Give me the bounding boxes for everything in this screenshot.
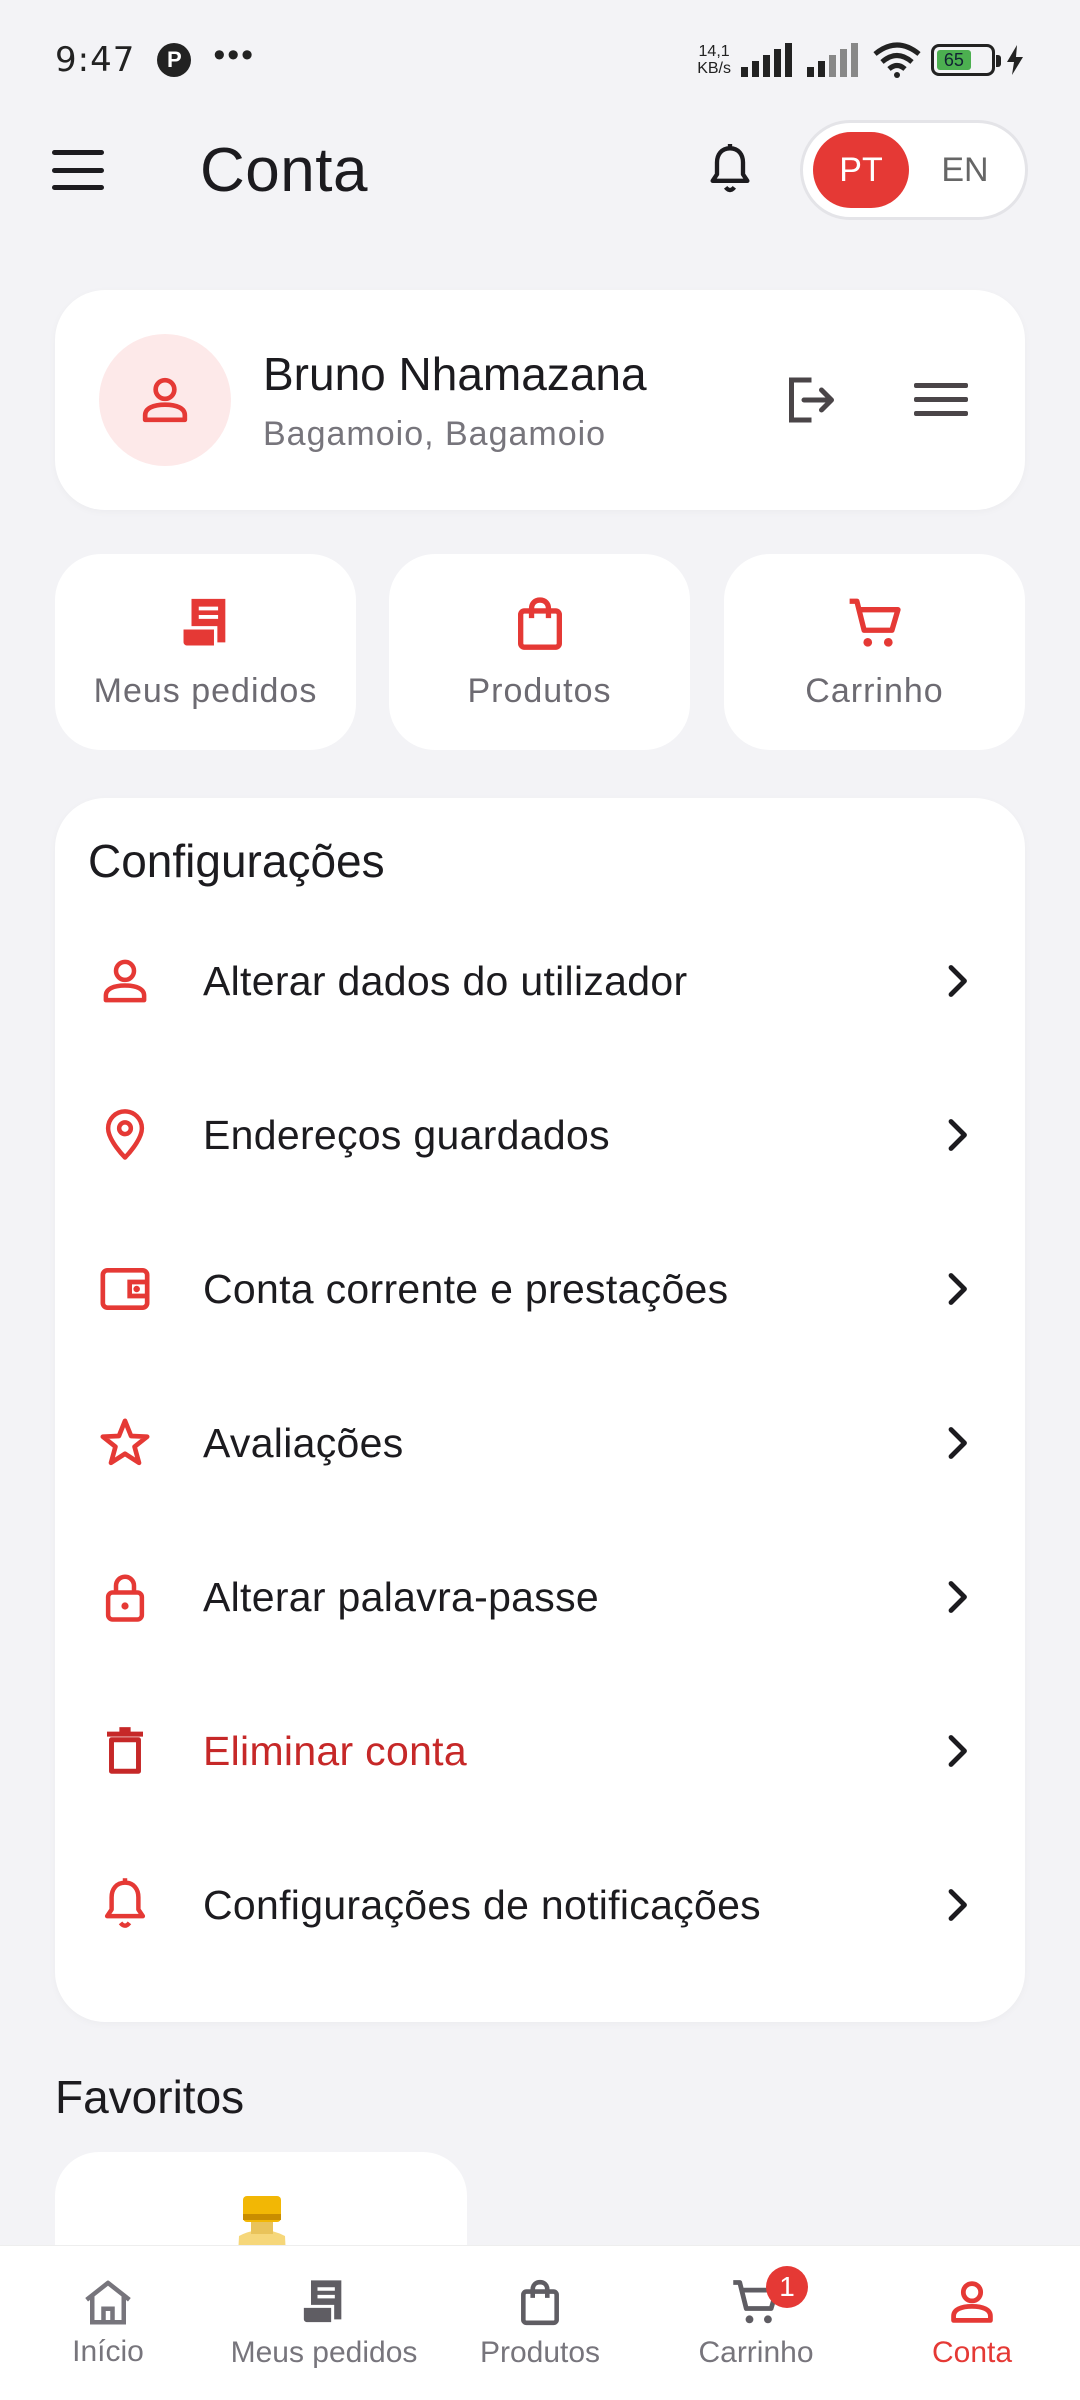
settings-item-notification-settings[interactable]: Configurações de notificações [55, 1828, 1025, 1982]
chevron-right-icon [948, 1581, 967, 1613]
settings-item-label: Endereços guardados [203, 1111, 610, 1158]
signal-icon [807, 43, 858, 77]
battery-icon: 65 [931, 44, 1001, 76]
nav-item-orders[interactable]: Meus pedidos [216, 2246, 432, 2400]
quick-action-orders[interactable]: Meus pedidos [55, 554, 356, 750]
nav-item-home[interactable]: Início [0, 2246, 216, 2400]
nav-item-products[interactable]: Produtos [432, 2246, 648, 2400]
charging-icon [1007, 45, 1023, 75]
quick-action-label: Carrinho [805, 671, 944, 710]
lang-option-en[interactable]: EN [917, 132, 1013, 208]
settings-card: Configurações Alterar dados do utilizado… [55, 798, 1025, 2022]
settings-title: Configurações [88, 835, 385, 887]
status-bar: 9:47 P ••• 14,1 KB/s 65 [0, 0, 1080, 120]
cart-badge: 1 [766, 2266, 808, 2308]
chevron-right-icon [948, 1119, 967, 1151]
bottom-navigation: Início Meus pedidos Produtos 1 Carrinho … [0, 2245, 1080, 2400]
settings-item-delete-account[interactable]: Eliminar conta [55, 1674, 1025, 1828]
page-title: Conta [200, 135, 368, 205]
settings-item-label: Eliminar conta [203, 1727, 467, 1774]
profile-menu-icon[interactable] [901, 360, 981, 440]
lock-icon [105, 1574, 145, 1622]
profile-name: Bruno Nhamazana [263, 347, 647, 400]
network-speed: 14,1 KB/s [697, 43, 731, 77]
quick-action-cart[interactable]: Carrinho [724, 554, 1025, 750]
profile-card: Bruno Nhamazana Bagamoio, Bagamoio [55, 290, 1025, 510]
home-icon [85, 2280, 131, 2325]
logout-icon[interactable] [769, 360, 849, 440]
receipt-icon [300, 2280, 342, 2326]
notifications-bell-icon[interactable] [700, 140, 760, 200]
settings-item-label: Avaliações [203, 1419, 404, 1466]
settings-item-change-password[interactable]: Alterar palavra-passe [55, 1520, 1025, 1674]
chevron-right-icon [948, 1273, 967, 1305]
settings-item-label: Configurações de notificações [203, 1881, 761, 1928]
nav-label: Meus pedidos [230, 2336, 418, 2369]
bag-icon [517, 596, 562, 650]
bell-icon [104, 1878, 146, 1928]
lang-option-pt[interactable]: PT [813, 132, 909, 208]
user-icon [142, 377, 188, 423]
settings-item-account-installments[interactable]: Conta corrente e prestações [55, 1212, 1025, 1366]
wifi-icon [873, 42, 921, 78]
quick-action-products[interactable]: Produtos [389, 554, 690, 750]
chevron-right-icon [948, 1427, 967, 1459]
chevron-right-icon [948, 1735, 967, 1767]
chevron-right-icon [948, 1889, 967, 1921]
trash-icon [107, 1727, 143, 1774]
favorites-title: Favoritos [55, 2071, 245, 2123]
wallet-icon [100, 1268, 150, 1310]
quick-action-label: Meus pedidos [93, 671, 318, 710]
profile-location: Bagamoio, Bagamoio [263, 414, 607, 453]
hamburger-menu-icon[interactable] [52, 150, 104, 190]
bag-icon [521, 2279, 559, 2326]
status-time: 9:47 [55, 40, 136, 80]
star-icon [100, 1418, 150, 1466]
app-bar: Conta PT EN [0, 120, 1080, 220]
language-toggle[interactable]: PT EN [800, 120, 1028, 220]
user-icon [951, 2281, 993, 2323]
user-icon [103, 959, 147, 1003]
nav-item-account[interactable]: Conta [864, 2246, 1080, 2400]
chevron-right-icon [948, 965, 967, 997]
settings-item-saved-addresses[interactable]: Endereços guardados [55, 1058, 1025, 1212]
settings-item-label: Alterar palavra-passe [203, 1573, 599, 1620]
settings-item-edit-user[interactable]: Alterar dados do utilizador [55, 904, 1025, 1058]
avatar [99, 334, 231, 466]
quick-action-label: Produtos [467, 671, 612, 710]
settings-item-label: Conta corrente e prestações [203, 1265, 729, 1312]
location-pin-icon [105, 1109, 145, 1160]
settings-item-reviews[interactable]: Avaliações [55, 1366, 1025, 1520]
nav-item-cart[interactable]: 1 Carrinho [648, 2246, 864, 2400]
nav-label: Produtos [479, 2336, 601, 2369]
nav-label: Início [72, 2335, 144, 2368]
nav-label: Carrinho [698, 2336, 814, 2369]
pinterest-icon: P [157, 43, 192, 77]
receipt-icon [179, 598, 225, 649]
cart-icon [849, 598, 901, 647]
signal-icon [741, 43, 792, 77]
more-notifications-icon: ••• [213, 35, 256, 74]
settings-item-label: Alterar dados do utilizador [203, 957, 688, 1004]
nav-label: Conta [931, 2336, 1013, 2369]
